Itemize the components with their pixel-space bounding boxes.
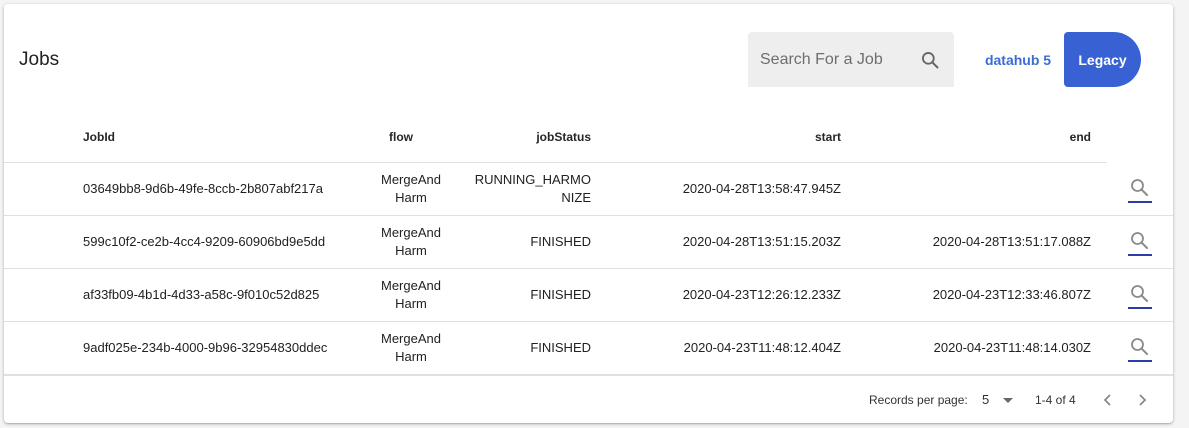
search-icon[interactable] <box>920 50 940 70</box>
flow-cell: MergeAndHarm <box>381 172 441 205</box>
search-input[interactable] <box>760 32 910 87</box>
action-underline <box>1128 254 1152 256</box>
job-id-cell: af33fb09-4b1d-4d33-a58c-9f010c52d825 <box>83 287 320 302</box>
action-underline <box>1128 201 1152 203</box>
start-cell: 2020-04-28T13:51:15.203Z <box>682 234 841 249</box>
footer-divider <box>4 375 1173 376</box>
job-status-cell: RUNNING_HARMONIZE <box>474 172 591 205</box>
view-job-button[interactable] <box>1128 177 1152 203</box>
start-cell: 2020-04-28T13:58:47.945Z <box>682 181 841 196</box>
view-job-button[interactable] <box>1128 283 1152 309</box>
job-id-cell: 03649bb8-9d6b-49fe-8ccb-2b807abf217a <box>83 181 323 196</box>
rows-per-page-value: 5 <box>982 392 990 407</box>
table-row: 599c10f2-ce2b-4cc4-9209-60906bd9e5dd Mer… <box>4 216 1173 269</box>
table-row: 03649bb8-9d6b-49fe-8ccb-2b807abf217a Mer… <box>4 163 1173 216</box>
chevron-left-icon <box>1098 394 1118 414</box>
end-cell: 2020-04-23T12:33:46.807Z <box>932 287 1091 302</box>
table-row: 9adf025e-234b-4000-9b96-32954830ddec Mer… <box>4 322 1173 375</box>
end-cell: 2020-04-28T13:51:17.088Z <box>932 234 1091 249</box>
flow-cell: MergeAndHarm <box>381 278 441 311</box>
next-page-button[interactable] <box>1132 390 1152 410</box>
page-title: Jobs <box>19 49 60 70</box>
datahub-5-button[interactable]: datahub 5 <box>980 32 1056 87</box>
legacy-button[interactable]: Legacy <box>1064 32 1141 87</box>
start-cell: 2020-04-23T12:26:12.233Z <box>682 287 841 302</box>
action-underline <box>1128 360 1152 362</box>
action-underline <box>1128 307 1152 309</box>
search-field[interactable] <box>748 32 954 87</box>
jobs-card: Jobs datahub 5 Legacy JobId flow jobStat… <box>4 4 1173 423</box>
job-status-cell: FINISHED <box>530 287 591 302</box>
table-row: af33fb09-4b1d-4d33-a58c-9f010c52d825 Mer… <box>4 269 1173 322</box>
column-header-start[interactable]: start <box>815 130 841 144</box>
column-header-end[interactable]: end <box>1070 130 1091 144</box>
view-job-button[interactable] <box>1128 230 1152 256</box>
rows-per-page-label: Records per page: <box>869 393 968 407</box>
previous-page-button[interactable] <box>1098 390 1118 410</box>
view-job-button[interactable] <box>1128 336 1152 362</box>
caret-down-icon <box>1003 398 1013 403</box>
job-status-cell: FINISHED <box>530 340 591 355</box>
rows-per-page-select[interactable]: 5 <box>979 390 1019 410</box>
job-id-cell: 599c10f2-ce2b-4cc4-9209-60906bd9e5dd <box>83 234 326 249</box>
end-cell: 2020-04-23T11:48:14.030Z <box>933 340 1091 355</box>
flow-cell: MergeAndHarm <box>381 331 441 364</box>
flow-cell: MergeAndHarm <box>381 225 441 258</box>
column-header-flow[interactable]: flow <box>389 130 413 144</box>
column-header-jobid[interactable]: JobId <box>83 130 115 144</box>
chevron-right-icon <box>1132 394 1152 414</box>
start-cell: 2020-04-23T11:48:12.404Z <box>683 340 841 355</box>
job-status-cell: FINISHED <box>530 234 591 249</box>
job-id-cell: 9adf025e-234b-4000-9b96-32954830ddec <box>83 340 328 355</box>
pagination-range: 1-4 of 4 <box>1035 393 1076 407</box>
column-header-jobstatus[interactable]: jobStatus <box>536 130 591 144</box>
